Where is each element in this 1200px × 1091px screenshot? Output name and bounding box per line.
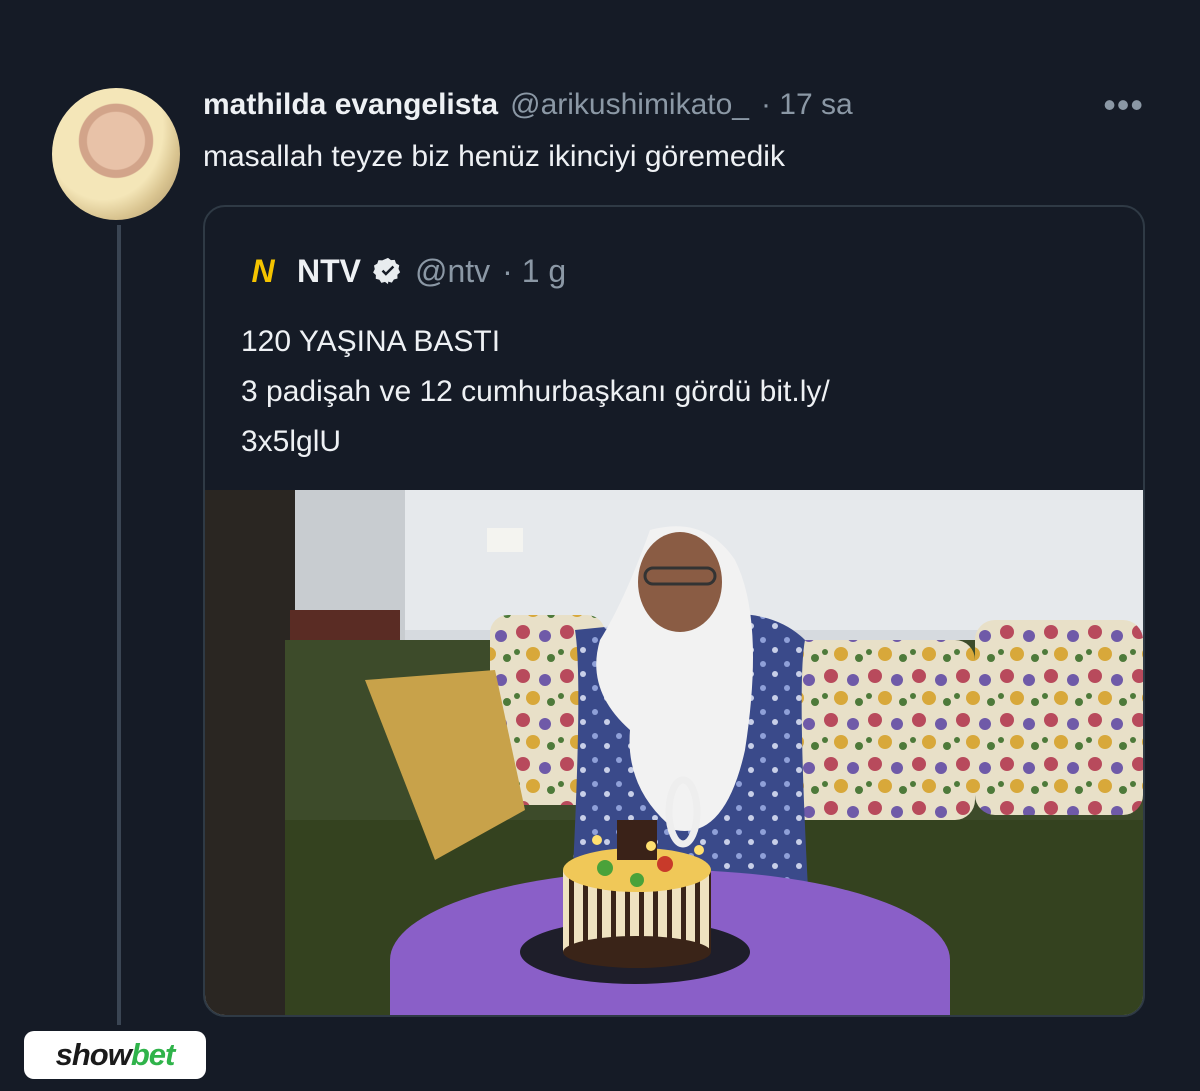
tweet-timestamp[interactable]: · 17 sa (761, 88, 853, 122)
tweet-text: masallah teyze biz henüz ikinciyi göreme… (203, 140, 785, 173)
quoted-text-line: 120 YAŞINA BASTI (241, 325, 501, 358)
quoted-tweet-text: 120 YAŞINA BASTI 3 padişah ve 12 cumhurb… (241, 317, 830, 467)
showbet-watermark-logo: show bet (24, 1031, 206, 1079)
quoted-author-handle[interactable]: @ntv (415, 253, 490, 290)
thread-connector-line (117, 225, 121, 1025)
ntv-logo-icon: N (251, 252, 275, 289)
quoted-author-name[interactable]: NTV (297, 253, 361, 290)
user-avatar[interactable] (52, 88, 180, 220)
tweet-header: mathilda evangelista @arikushimikato_ · … (203, 88, 853, 122)
quoted-text-line[interactable]: 3 padişah ve 12 cumhurbaşkanı gördü bit.… (241, 367, 830, 417)
quoted-tweet-header: N NTV @ntv · 1 g (241, 249, 566, 293)
quoted-tweet-photo[interactable] (205, 490, 1143, 1017)
more-options-icon[interactable]: ••• (1103, 87, 1144, 123)
verified-badge-icon (373, 257, 401, 285)
quoted-tweet-card[interactable]: N NTV @ntv · 1 g 120 YAŞINA BASTI 3 padi… (203, 205, 1145, 1017)
author-handle[interactable]: @arikushimikato_ (510, 88, 749, 122)
author-name[interactable]: mathilda evangelista (203, 88, 498, 122)
quoted-tweet-timestamp[interactable]: · 1 g (502, 253, 566, 290)
quoted-text-line[interactable]: 3x5lglU (241, 417, 830, 467)
